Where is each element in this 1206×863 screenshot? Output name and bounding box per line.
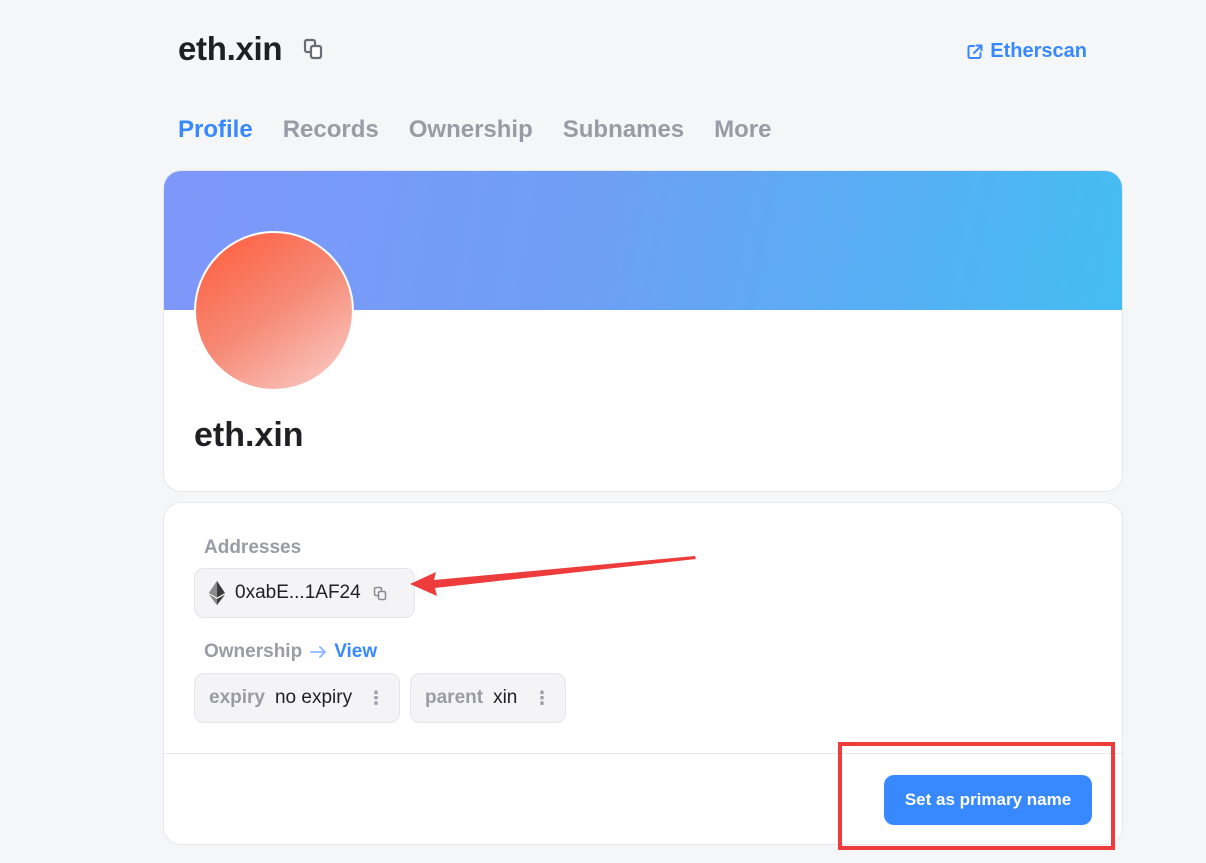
ownership-row: Ownership View (204, 641, 377, 663)
external-link-icon (967, 44, 983, 59)
copy-icon (373, 586, 386, 600)
tab-subnames[interactable]: Subnames (563, 116, 684, 144)
etherscan-label: Etherscan (990, 40, 1087, 62)
page-title: eth.xin (178, 30, 283, 67)
copy-name-button[interactable] (302, 38, 324, 60)
address-chip[interactable]: 0xabE...1AF24 (194, 568, 415, 618)
page: eth.xin Etherscan Profile Records Owners… (0, 0, 1206, 863)
expiry-key: expiry (209, 687, 265, 708)
expiry-chip[interactable]: expiry no expiry ⋮ (194, 673, 400, 723)
more-vertical-icon[interactable]: ⋮ (367, 689, 385, 707)
profile-name: eth.xin (194, 416, 304, 454)
tab-more[interactable]: More (714, 116, 771, 144)
etherscan-link[interactable]: Etherscan (966, 40, 1087, 63)
tab-profile[interactable]: Profile (178, 116, 253, 144)
ethereum-icon (209, 581, 225, 605)
tab-bar: Profile Records Ownership Subnames More (178, 116, 771, 144)
addresses-label: Addresses (204, 537, 302, 558)
parent-value: xin (493, 687, 518, 708)
profile-card: eth.xin (163, 170, 1123, 492)
parent-chip[interactable]: parent xin ⋮ (410, 673, 566, 723)
ownership-label: Ownership (204, 641, 303, 662)
annotation-highlight-box (838, 742, 1115, 850)
view-ownership-link[interactable]: View (310, 641, 377, 663)
tab-ownership[interactable]: Ownership (409, 116, 533, 144)
arrow-right-icon (310, 646, 327, 658)
parent-key: parent (425, 687, 484, 708)
expiry-value: no expiry (274, 687, 353, 708)
address-value: 0xabE...1AF24 (235, 582, 361, 603)
view-label: View (334, 641, 378, 662)
avatar (194, 231, 354, 391)
title-row: eth.xin (178, 30, 324, 68)
copy-icon (304, 38, 323, 60)
tab-records[interactable]: Records (283, 116, 379, 144)
annotation-arrow (410, 556, 696, 596)
more-vertical-icon[interactable]: ⋮ (533, 689, 551, 707)
